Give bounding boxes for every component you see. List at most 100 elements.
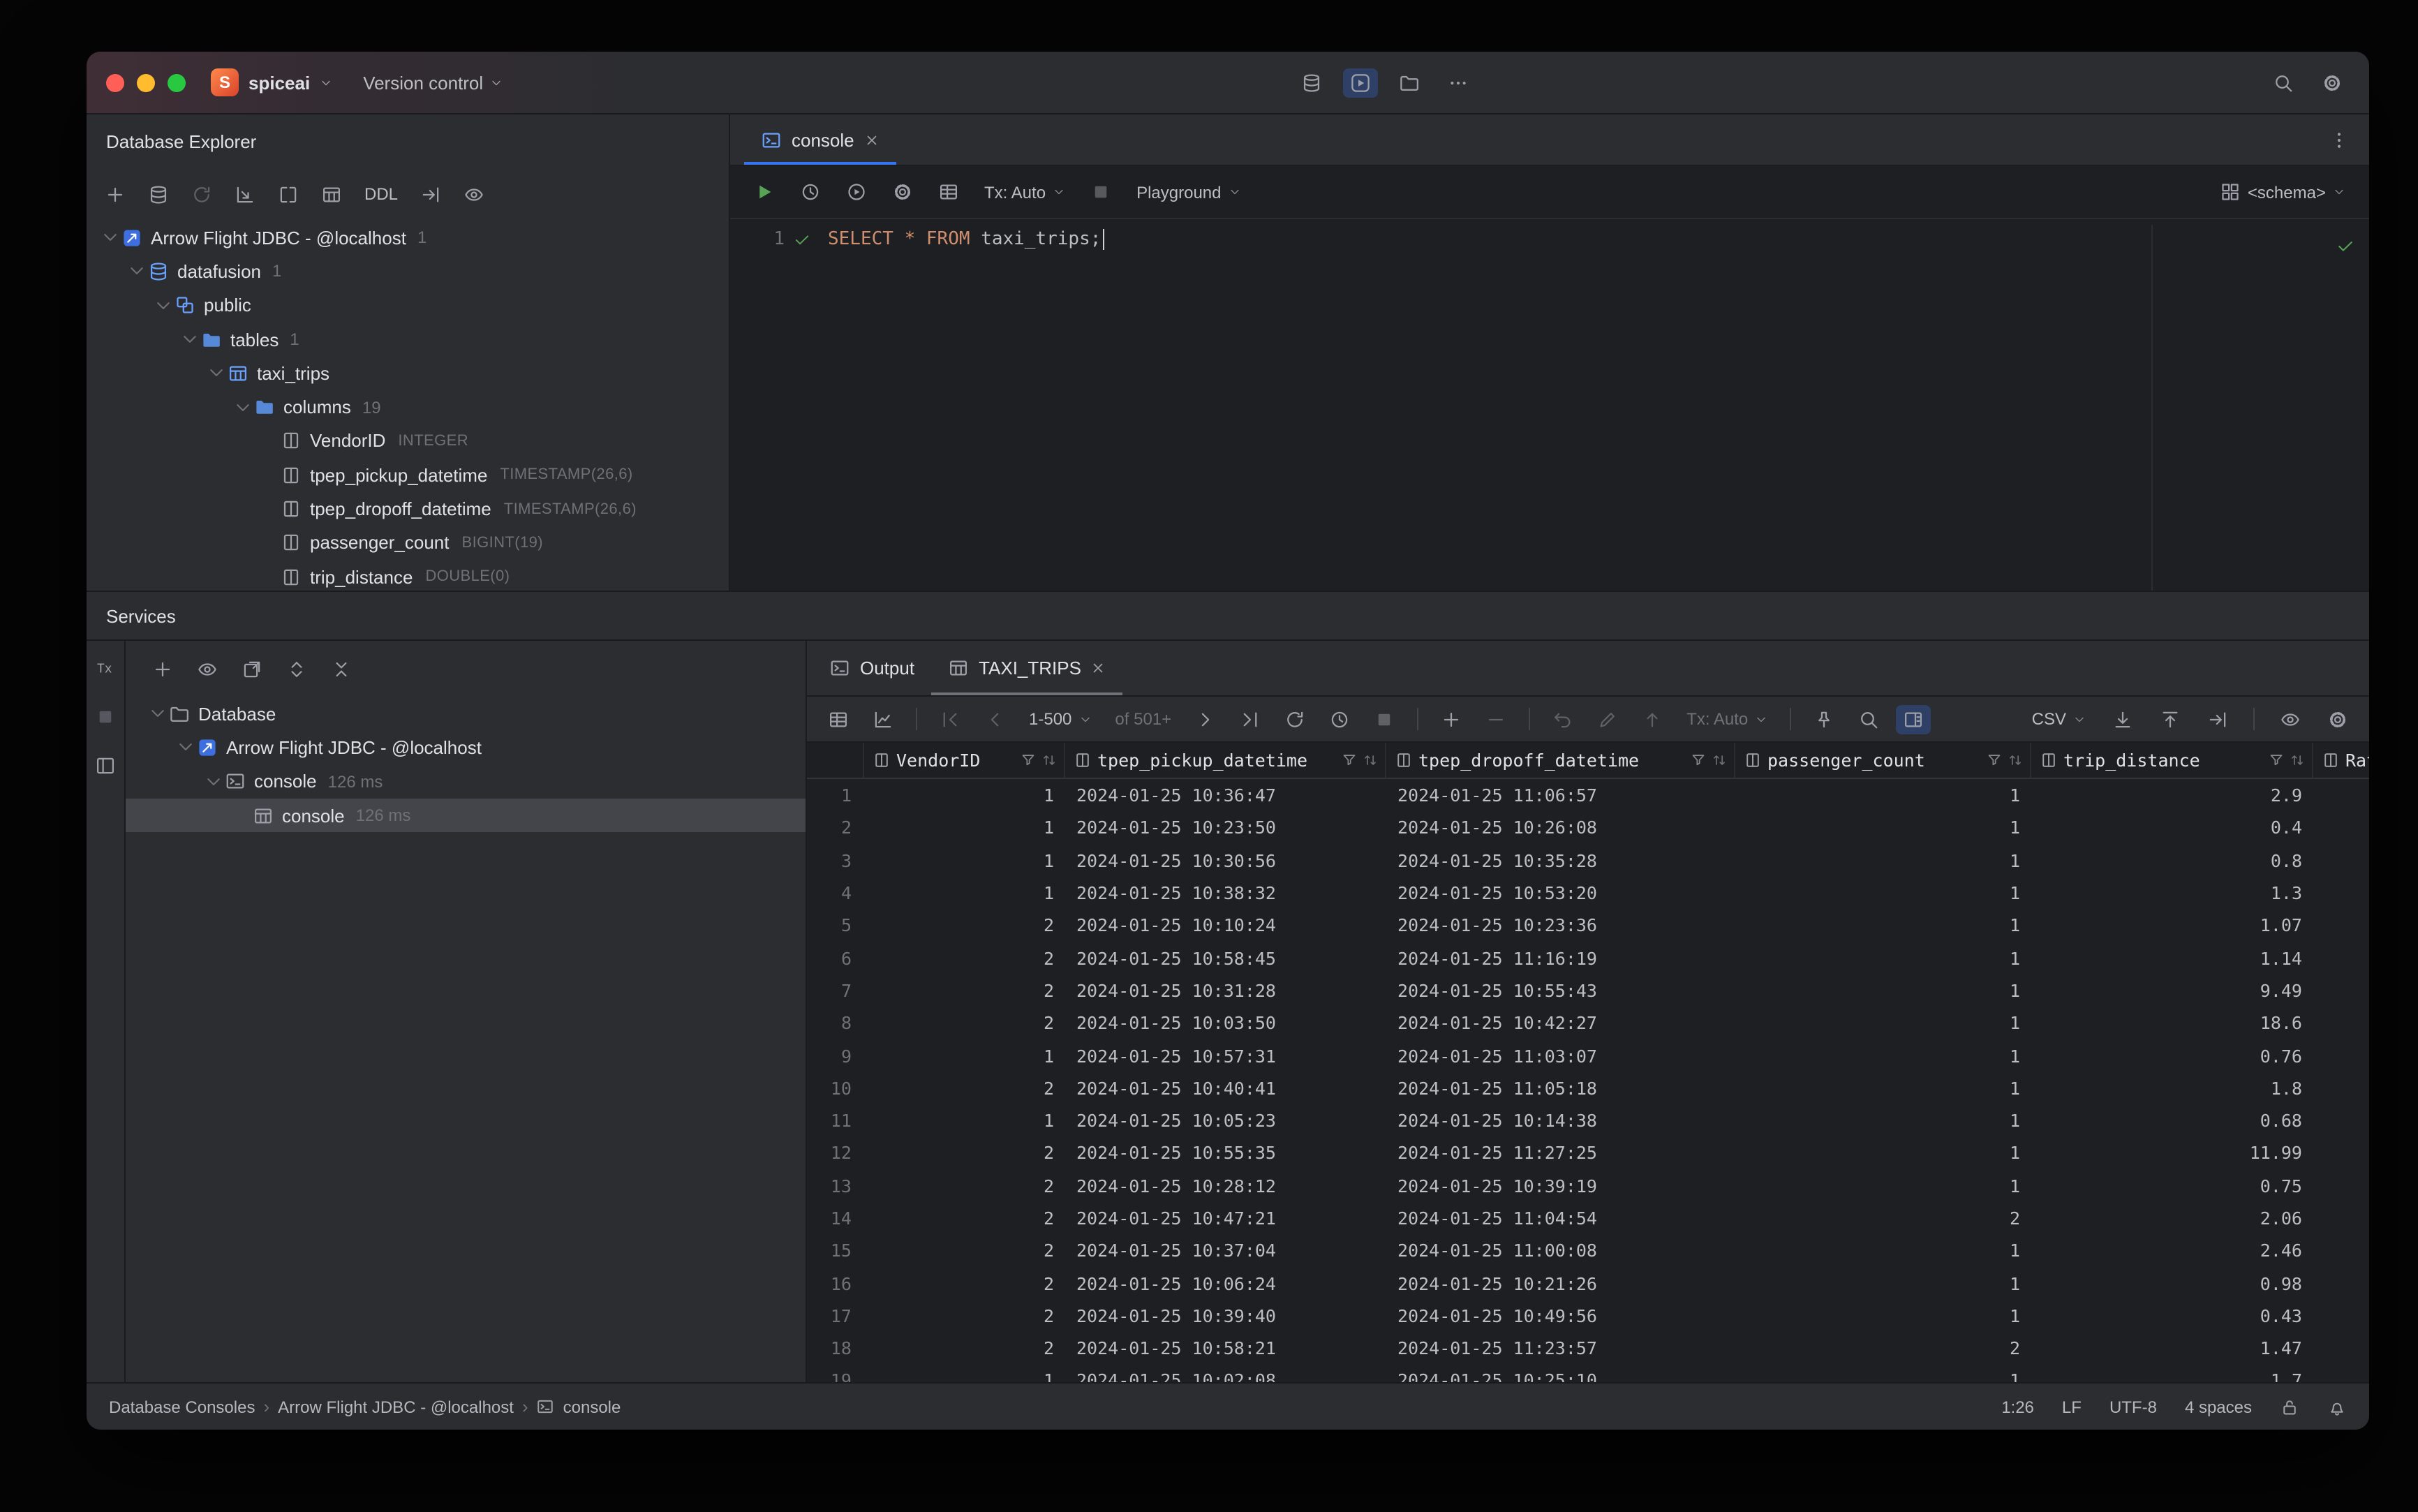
grid-settings-icon[interactable] (2320, 704, 2355, 734)
search-icon[interactable] (2266, 68, 2301, 97)
stop-icon[interactable] (95, 706, 116, 727)
chevron-expanded-icon[interactable] (124, 262, 148, 281)
cell-tpep_pickup_datetime[interactable]: 2024-01-25 10:38:32 (1065, 882, 1386, 903)
chevron-expanded-icon[interactable] (151, 295, 175, 315)
tree-item-datafusion[interactable]: datafusion 1 (87, 255, 729, 289)
row-number[interactable]: 16 (807, 1273, 864, 1294)
column-header-tpep_dropoff_datetime[interactable]: tpep_dropoff_datetime (1386, 743, 1735, 778)
export-data-icon[interactable] (2200, 704, 2235, 734)
row-number[interactable]: 13 (807, 1175, 864, 1196)
vcs-widget[interactable]: Version control (363, 72, 503, 93)
cell-passenger_count[interactable]: 2 (1735, 1337, 2031, 1358)
stop-icon[interactable] (1367, 704, 1402, 734)
cell-trip_distance[interactable]: 1.14 (2031, 947, 2313, 968)
new-table-icon[interactable] (314, 179, 349, 209)
row-number[interactable]: 12 (807, 1143, 864, 1164)
tx-mode-select[interactable]: Tx: Auto (1679, 705, 1774, 733)
cell-trip_distance[interactable]: 1.3 (2031, 882, 2313, 903)
console-settings-icon[interactable] (885, 177, 920, 207)
cell-passenger_count[interactable]: 1 (1735, 1273, 2031, 1294)
collapse-all-icon[interactable] (324, 654, 359, 683)
caret-position[interactable]: 1:26 (2001, 1397, 2034, 1416)
cell-passenger_count[interactable]: 1 (1735, 980, 2031, 1001)
row-number[interactable]: 2 (807, 817, 864, 838)
first-page-icon[interactable] (933, 704, 967, 734)
inspection-ok-icon[interactable] (2336, 236, 2355, 255)
tree-item-tables[interactable]: tables 1 (87, 323, 729, 357)
column-header-passenger_count[interactable]: passenger_count (1735, 743, 2031, 778)
generate-script-icon[interactable] (413, 179, 448, 209)
tree-item-arrow-flight-jdbc-localhost[interactable]: Arrow Flight JDBC - @localhost 1 (87, 221, 729, 255)
cell-passenger_count[interactable]: 1 (1735, 1012, 2031, 1033)
chart-view-icon[interactable] (866, 704, 900, 734)
tx-mode-select[interactable]: Tx: Auto (977, 178, 1072, 206)
close-tab-icon[interactable] (864, 132, 880, 147)
chevron-expanded-icon[interactable] (98, 228, 121, 247)
tree-item-tpep-pickup-datetime[interactable]: tpep_pickup_datetime TIMESTAMP(26,6) (87, 458, 729, 492)
tx-toggle-icon[interactable]: Tx (95, 658, 116, 679)
tree-item-passenger-count[interactable]: passenger_count BIGINT(19) (87, 526, 729, 560)
cell-tpep_pickup_datetime[interactable]: 2024-01-25 10:37:04 (1065, 1240, 1386, 1261)
tab-console[interactable]: console (744, 114, 896, 165)
code-editor[interactable]: 1 SELECT * FROM taxi_trips; (730, 225, 2369, 591)
tree-item-vendorid[interactable]: VendorID INTEGER (87, 424, 729, 459)
upload-icon[interactable] (2153, 704, 2188, 734)
submit-icon[interactable] (1635, 704, 1670, 734)
cell-passenger_count[interactable]: 1 (1735, 850, 2031, 870)
services-header[interactable]: Services (87, 591, 2369, 641)
cell-tpep_pickup_datetime[interactable]: 2024-01-25 10:39:40 (1065, 1305, 1386, 1326)
cell-vendorid[interactable]: 1 (864, 817, 1065, 838)
cell-tpep_pickup_datetime[interactable]: 2024-01-25 10:58:45 (1065, 947, 1386, 968)
zoom-button[interactable] (168, 73, 186, 91)
project-files-icon[interactable] (1391, 68, 1426, 97)
cell-tpep_pickup_datetime[interactable]: 2024-01-25 10:47:21 (1065, 1208, 1386, 1229)
cell-trip_distance[interactable]: 0.4 (2031, 817, 2313, 838)
cell-tpep_dropoff_datetime[interactable]: 2024-01-25 10:55:43 (1386, 980, 1735, 1001)
cell-passenger_count[interactable]: 1 (1735, 817, 2031, 838)
cell-tpep_pickup_datetime[interactable]: 2024-01-25 10:40:41 (1065, 1078, 1386, 1099)
view-options-icon[interactable] (2273, 704, 2308, 734)
filter-icon[interactable] (1691, 753, 1706, 768)
tab-options[interactable] (2329, 114, 2369, 165)
add-service-icon[interactable] (145, 654, 180, 683)
compare-icon[interactable] (271, 179, 306, 209)
cell-tpep_pickup_datetime[interactable]: 2024-01-25 10:03:50 (1065, 1012, 1386, 1033)
cell-passenger_count[interactable]: 1 (1735, 785, 2031, 806)
cell-trip_distance[interactable]: 0.8 (2031, 850, 2313, 870)
preview-table-icon[interactable] (931, 177, 966, 207)
sql-statement[interactable]: SELECT * FROM taxi_trips; (828, 229, 1105, 250)
tab-output[interactable]: Output (813, 641, 931, 695)
settings-icon[interactable] (2315, 68, 2350, 97)
sort-icon[interactable] (2290, 753, 2305, 768)
cell-tpep_pickup_datetime[interactable]: 2024-01-25 10:36:47 (1065, 785, 1386, 806)
cell-trip_distance[interactable]: 9.49 (2031, 980, 2313, 1001)
cell-vendorid[interactable]: 2 (864, 1175, 1065, 1196)
chevron-expanded-icon[interactable] (173, 738, 197, 757)
cell-tpep_pickup_datetime[interactable]: 2024-01-25 10:02:08 (1065, 1370, 1386, 1382)
chevron-expanded-icon[interactable] (177, 329, 201, 349)
tree-item-trip-distance[interactable]: trip_distance DOUBLE(0) (87, 560, 729, 591)
database-tool-icon[interactable] (1293, 68, 1328, 97)
cell-vendorid[interactable]: 1 (864, 882, 1065, 903)
cell-vendorid[interactable]: 2 (864, 1337, 1065, 1358)
cell-trip_distance[interactable]: 0.76 (2031, 1045, 2313, 1066)
cell-tpep_pickup_datetime[interactable]: 2024-01-25 10:58:21 (1065, 1337, 1386, 1358)
line-separator[interactable]: LF (2062, 1397, 2082, 1416)
breadcrumb-item[interactable]: console (563, 1397, 621, 1416)
cell-vendorid[interactable]: 1 (864, 1110, 1065, 1131)
cell-tpep_dropoff_datetime[interactable]: 2024-01-25 10:35:28 (1386, 850, 1735, 870)
cell-passenger_count[interactable]: 1 (1735, 1078, 2031, 1099)
cell-vendorid[interactable]: 2 (864, 947, 1065, 968)
cell-vendorid[interactable]: 1 (864, 850, 1065, 870)
cell-tpep_pickup_datetime[interactable]: 2024-01-25 10:06:24 (1065, 1273, 1386, 1294)
cell-tpep_dropoff_datetime[interactable]: 2024-01-25 10:26:08 (1386, 817, 1735, 838)
schema-select[interactable]: <schema> (2213, 177, 2352, 207)
cell-vendorid[interactable]: 2 (864, 1208, 1065, 1229)
row-number[interactable]: 7 (807, 980, 864, 1001)
ddl-button[interactable]: DDL (357, 180, 405, 208)
run-widget-icon[interactable] (1342, 68, 1378, 97)
tree-item-tpep-dropoff-datetime[interactable]: tpep_dropoff_datetime TIMESTAMP(26,6) (87, 492, 729, 526)
cell-passenger_count[interactable]: 2 (1735, 1208, 2031, 1229)
cell-vendorid[interactable]: 1 (864, 1370, 1065, 1382)
editor-gutter[interactable]: 1 (730, 229, 828, 250)
